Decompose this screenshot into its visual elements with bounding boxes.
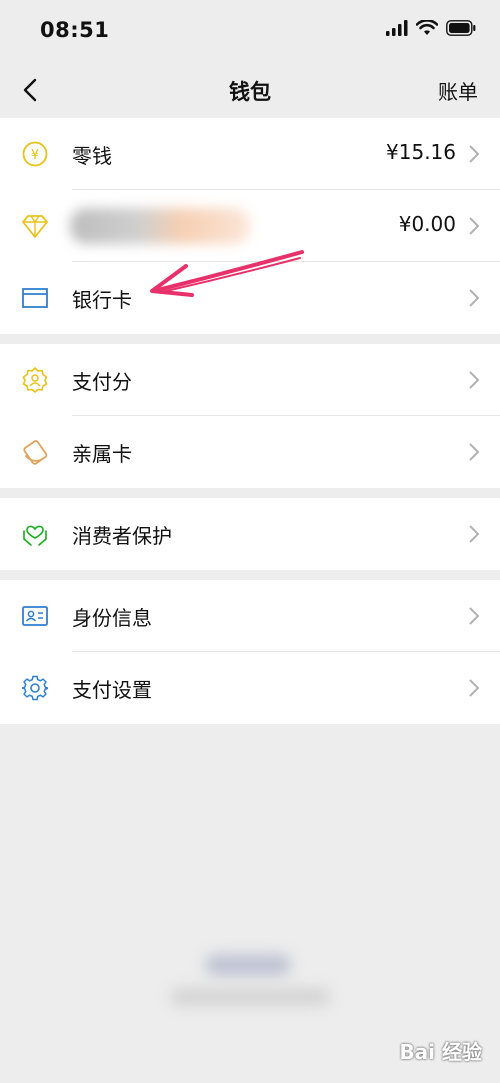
gear-icon <box>22 675 48 701</box>
blurred-footer-text <box>170 988 330 1006</box>
chevron-right-icon <box>469 217 480 235</box>
chevron-right-icon <box>469 145 480 163</box>
signal-icon <box>386 20 408 36</box>
nav-bar: 钱包 账单 <box>0 62 500 118</box>
bank-card-icon <box>22 288 48 308</box>
id-card-icon <box>22 606 48 626</box>
diamond-icon <box>22 215 48 238</box>
row-consumer-protection[interactable]: 消费者保护 <box>0 498 500 570</box>
row-label: 消费者保护 <box>72 524 172 548</box>
wifi-icon <box>416 20 438 35</box>
battery-icon <box>446 20 476 36</box>
wallet-group-services: 支付分 亲属卡 <box>0 344 500 488</box>
status-time: 08:51 <box>40 18 110 42</box>
coin-yuan-icon: ¥ <box>22 141 48 167</box>
blurred-label <box>70 208 250 244</box>
chevron-right-icon <box>469 679 480 697</box>
row-identity-info[interactable]: 身份信息 <box>0 580 500 652</box>
row-label: 零钱 <box>72 144 112 168</box>
blurred-footer-link <box>205 954 291 976</box>
row-pay-score[interactable]: 支付分 <box>0 344 500 416</box>
wallet-group-settings: 身份信息 支付设置 <box>0 580 500 724</box>
wallet-group-protection: 消费者保护 <box>0 498 500 570</box>
chevron-right-icon <box>469 371 480 389</box>
row-label: 支付分 <box>72 370 132 394</box>
wallet-group-balance: ¥ 零钱 ¥15.16 ¥0.00 银行卡 <box>0 118 500 334</box>
row-label: 银行卡 <box>72 288 132 312</box>
row-bank-card[interactable]: 银行卡 <box>0 262 500 334</box>
chevron-right-icon <box>469 525 480 543</box>
svg-text:¥: ¥ <box>31 148 39 163</box>
row-value: ¥15.16 <box>386 140 456 164</box>
row-payment-settings[interactable]: 支付设置 <box>0 652 500 724</box>
row-label: 亲属卡 <box>72 442 132 466</box>
row-blurred-asset[interactable]: ¥0.00 <box>0 190 500 262</box>
chevron-right-icon <box>469 289 480 307</box>
watermark: Bai 经验 <box>399 1040 482 1064</box>
status-bar: 08:51 <box>0 0 500 62</box>
protection-hands-icon <box>23 525 47 546</box>
chevron-right-icon <box>469 607 480 625</box>
bill-button[interactable]: 账单 <box>438 76 478 105</box>
row-family-card[interactable]: 亲属卡 <box>0 416 500 488</box>
page-title: 钱包 <box>229 80 271 104</box>
credit-score-badge-icon <box>22 367 48 393</box>
row-label: 支付设置 <box>72 678 152 702</box>
row-label: 身份信息 <box>72 606 152 630</box>
chevron-right-icon <box>469 443 480 461</box>
row-change[interactable]: ¥ 零钱 ¥15.16 <box>0 118 500 190</box>
row-value: ¥0.00 <box>398 212 456 236</box>
family-card-icon <box>23 440 48 465</box>
status-icons <box>386 20 476 36</box>
